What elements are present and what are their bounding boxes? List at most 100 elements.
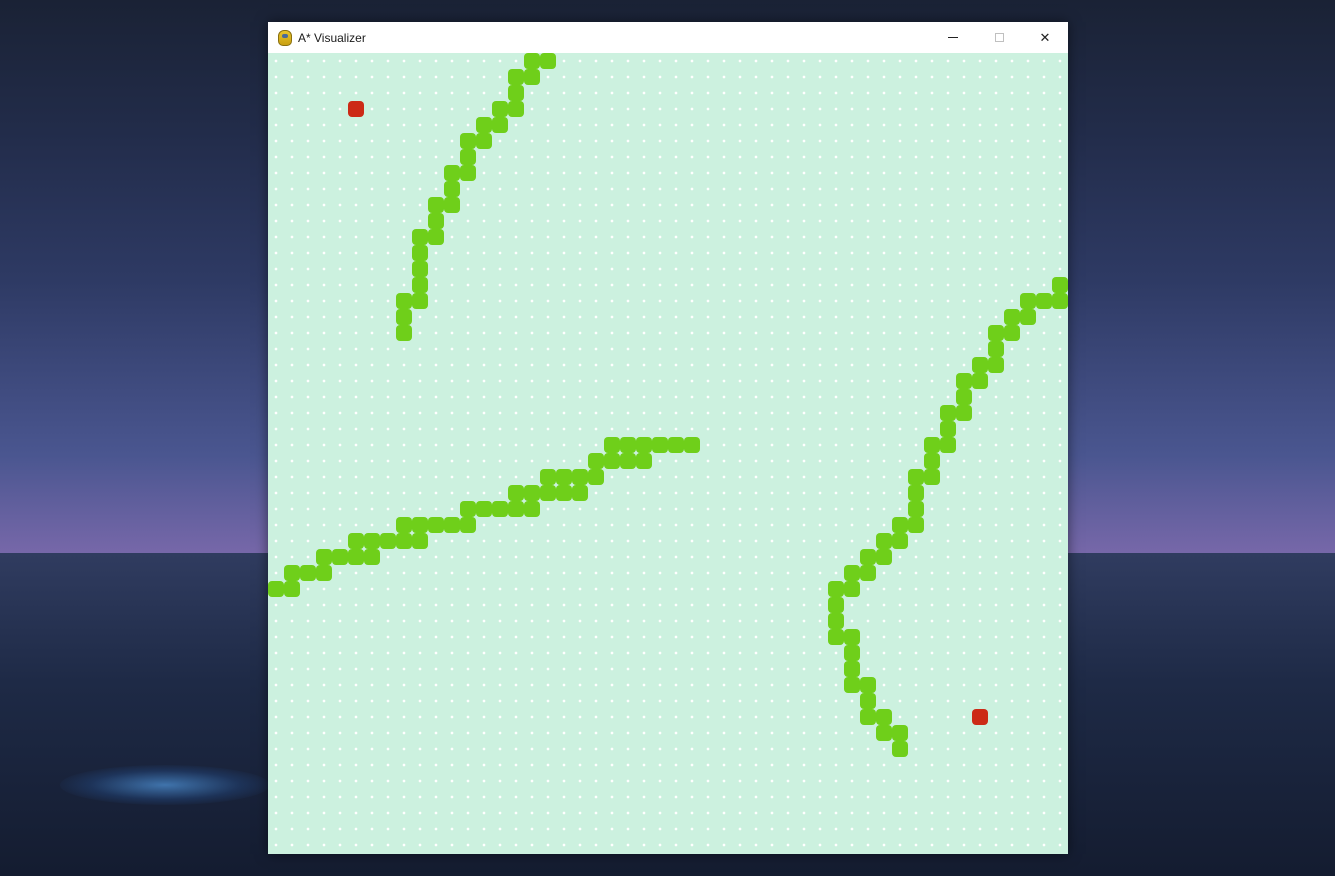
wall-cell[interactable]: [460, 149, 476, 165]
wall-cell[interactable]: [284, 581, 300, 597]
wall-cell[interactable]: [988, 325, 1004, 341]
wall-cell[interactable]: [1020, 309, 1036, 325]
wall-cell[interactable]: [588, 469, 604, 485]
wall-cell[interactable]: [988, 357, 1004, 373]
wall-cell[interactable]: [396, 517, 412, 533]
wall-cell[interactable]: [828, 629, 844, 645]
wall-cell[interactable]: [844, 661, 860, 677]
wall-cell[interactable]: [364, 533, 380, 549]
wall-cell[interactable]: [924, 453, 940, 469]
wall-cell[interactable]: [604, 453, 620, 469]
wall-cell[interactable]: [508, 85, 524, 101]
close-button[interactable]: ✕: [1022, 22, 1068, 53]
wall-cell[interactable]: [508, 501, 524, 517]
wall-cell[interactable]: [892, 741, 908, 757]
wall-cell[interactable]: [508, 69, 524, 85]
wall-cell[interactable]: [364, 549, 380, 565]
wall-cell[interactable]: [508, 485, 524, 501]
wall-cell[interactable]: [508, 101, 524, 117]
start-node[interactable]: [348, 101, 364, 117]
wall-cell[interactable]: [636, 437, 652, 453]
wall-cell[interactable]: [412, 229, 428, 245]
wall-cell[interactable]: [1052, 293, 1068, 309]
wall-cell[interactable]: [380, 533, 396, 549]
wall-cell[interactable]: [956, 389, 972, 405]
wall-cell[interactable]: [908, 501, 924, 517]
wall-cell[interactable]: [860, 677, 876, 693]
wall-cell[interactable]: [540, 469, 556, 485]
wall-cell[interactable]: [860, 693, 876, 709]
wall-cell[interactable]: [940, 421, 956, 437]
wall-cell[interactable]: [332, 549, 348, 565]
wall-cell[interactable]: [940, 437, 956, 453]
wall-cell[interactable]: [572, 469, 588, 485]
wall-cell[interactable]: [892, 533, 908, 549]
wall-cell[interactable]: [524, 485, 540, 501]
wall-cell[interactable]: [908, 469, 924, 485]
wall-cell[interactable]: [428, 517, 444, 533]
wall-cell[interactable]: [476, 117, 492, 133]
wall-cell[interactable]: [412, 293, 428, 309]
wall-cell[interactable]: [556, 485, 572, 501]
end-node[interactable]: [972, 709, 988, 725]
wall-cell[interactable]: [396, 325, 412, 341]
wall-cell[interactable]: [412, 533, 428, 549]
wall-cell[interactable]: [396, 533, 412, 549]
wall-cell[interactable]: [620, 453, 636, 469]
wall-cell[interactable]: [860, 565, 876, 581]
wall-cell[interactable]: [844, 677, 860, 693]
wall-cell[interactable]: [844, 581, 860, 597]
wall-cell[interactable]: [604, 437, 620, 453]
wall-cell[interactable]: [972, 373, 988, 389]
wall-cell[interactable]: [524, 53, 540, 69]
maximize-button[interactable]: [976, 22, 1022, 53]
wall-cell[interactable]: [876, 725, 892, 741]
wall-cell[interactable]: [988, 341, 1004, 357]
wall-cell[interactable]: [524, 69, 540, 85]
wall-cell[interactable]: [412, 245, 428, 261]
wall-cell[interactable]: [348, 533, 364, 549]
wall-cell[interactable]: [476, 501, 492, 517]
wall-cell[interactable]: [876, 549, 892, 565]
wall-cell[interactable]: [444, 517, 460, 533]
wall-cell[interactable]: [1004, 309, 1020, 325]
wall-cell[interactable]: [908, 517, 924, 533]
wall-cell[interactable]: [636, 453, 652, 469]
wall-cell[interactable]: [460, 501, 476, 517]
wall-cell[interactable]: [316, 549, 332, 565]
wall-cell[interactable]: [860, 709, 876, 725]
wall-cell[interactable]: [652, 437, 668, 453]
wall-cell[interactable]: [1004, 325, 1020, 341]
wall-cell[interactable]: [492, 501, 508, 517]
wall-cell[interactable]: [892, 725, 908, 741]
wall-cell[interactable]: [956, 373, 972, 389]
wall-cell[interactable]: [556, 469, 572, 485]
wall-cell[interactable]: [572, 485, 588, 501]
wall-cell[interactable]: [1036, 293, 1052, 309]
minimize-button[interactable]: [930, 22, 976, 53]
wall-cell[interactable]: [428, 197, 444, 213]
wall-cell[interactable]: [300, 565, 316, 581]
wall-cell[interactable]: [476, 133, 492, 149]
wall-cell[interactable]: [444, 197, 460, 213]
wall-cell[interactable]: [1052, 277, 1068, 293]
wall-cell[interactable]: [828, 613, 844, 629]
wall-cell[interactable]: [908, 485, 924, 501]
wall-cell[interactable]: [828, 597, 844, 613]
wall-cell[interactable]: [396, 293, 412, 309]
wall-cell[interactable]: [412, 517, 428, 533]
wall-cell[interactable]: [268, 581, 284, 597]
wall-cell[interactable]: [972, 357, 988, 373]
grid-canvas[interactable]: [268, 53, 1068, 854]
wall-cell[interactable]: [940, 405, 956, 421]
wall-cell[interactable]: [620, 437, 636, 453]
wall-cell[interactable]: [844, 645, 860, 661]
wall-cell[interactable]: [492, 117, 508, 133]
wall-cell[interactable]: [924, 469, 940, 485]
wall-cell[interactable]: [428, 229, 444, 245]
wall-cell[interactable]: [876, 533, 892, 549]
wall-cell[interactable]: [668, 437, 684, 453]
wall-cell[interactable]: [876, 709, 892, 725]
wall-cell[interactable]: [1020, 293, 1036, 309]
wall-cell[interactable]: [540, 485, 556, 501]
